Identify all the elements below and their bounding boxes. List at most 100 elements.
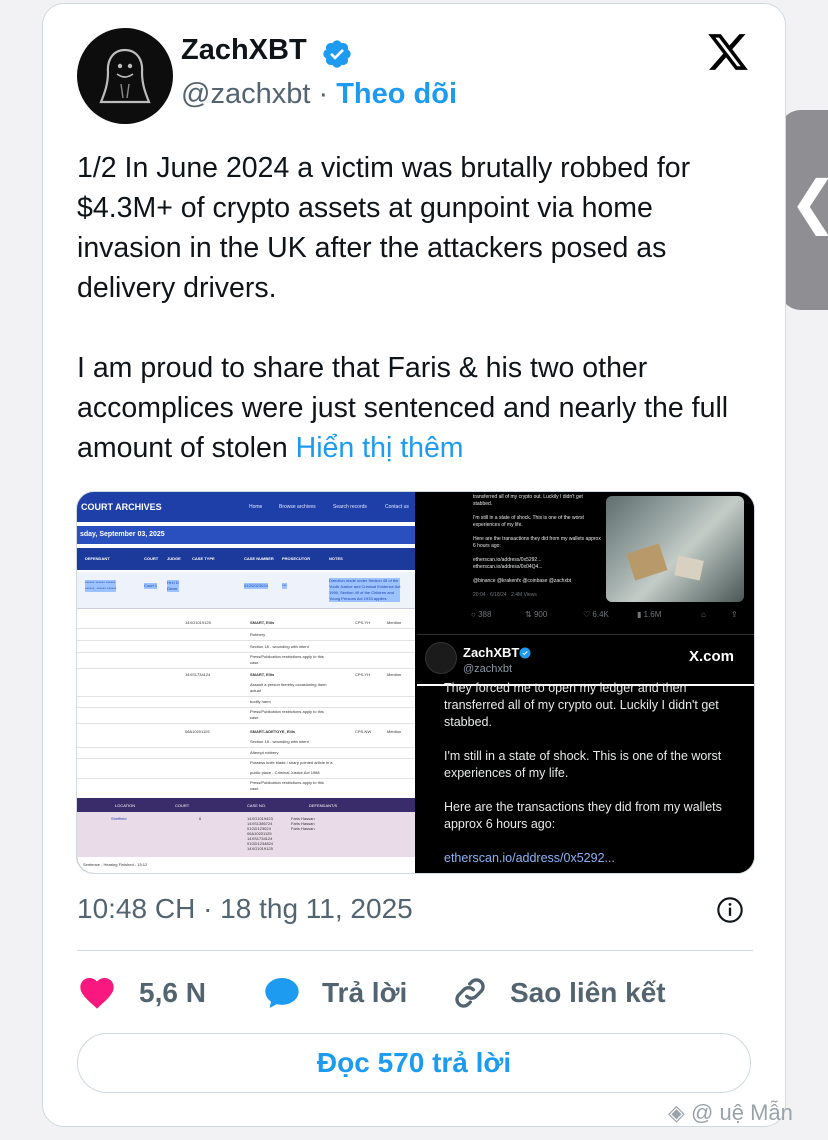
link-icon — [455, 978, 485, 1008]
info-icon[interactable] — [716, 896, 744, 924]
bottom-location: Sheffield — [111, 816, 127, 821]
court-nav-contact: Contact us — [385, 504, 409, 510]
case-charge: Robbery — [250, 632, 266, 637]
case-notes: Mention — [387, 672, 402, 677]
chevron-left-icon: ❮ — [789, 172, 828, 232]
row-divider — [77, 668, 415, 669]
case-charge: public place - Criminal Justice Act 1988 — [250, 770, 320, 775]
tweet-paragraph-2: I am proud to share that Faris & his two… — [77, 348, 757, 468]
stat-replies: ○ 388 — [471, 610, 492, 619]
court-columns: DEFENDANT COURT JUDGE CASE TYPE CASE NUM… — [77, 548, 415, 570]
case-notes: Mention — [387, 620, 402, 625]
side-panel-handle[interactable]: ❮ — [779, 110, 828, 310]
bottom-court: 6 — [199, 816, 202, 821]
parcel-shape — [674, 555, 704, 581]
handle-separator: · — [318, 78, 329, 110]
tweet-screenshot-image[interactable]: transferred all of my crypto out. Luckil… — [417, 492, 754, 873]
tweet-text: 1/2 In June 2024 a victim was brutally r… — [77, 148, 757, 508]
court-archives-image[interactable]: COURT ARCHIVES Home Browse archives Sear… — [77, 492, 415, 873]
photo-thumbnail — [606, 496, 744, 602]
screenshot-xcom: X.com — [689, 648, 735, 665]
follow-button[interactable]: Theo dõi — [336, 78, 457, 110]
case-charge: Press/Publication restrictions apply to … — [250, 654, 324, 665]
stat-replies-value: 388 — [478, 610, 492, 619]
court-footer: Sentence - Hearing Finished - 15:12 — [83, 862, 148, 867]
court-header: COURT ARCHIVES Home Browse archives Sear… — [77, 492, 415, 522]
row-divider — [77, 723, 415, 724]
read-replies-button[interactable]: Đọc 570 trả lời — [77, 1033, 751, 1093]
tweet-media[interactable]: COURT ARCHIVES Home Browse archives Sear… — [76, 491, 755, 874]
case-number: 06A10201125 — [185, 729, 210, 734]
screenshot-handle: @zachxbt — [463, 663, 513, 675]
screenshot-p1: They forced me to open my ledger and the… — [444, 681, 719, 729]
screenshot-avatar — [425, 642, 457, 674]
bottom-col: COURT — [175, 803, 190, 808]
court-col: JUDGE — [167, 556, 181, 561]
case-prosecutor: CPS-YH — [355, 620, 371, 625]
court-col: CASE NUMBER — [244, 556, 274, 561]
diamond-icon: ◈ — [668, 1100, 685, 1125]
tweet-timestamp[interactable]: 10:48 CH · 18 thg 11, 2025 — [77, 893, 413, 925]
court-col: COURT — [144, 556, 159, 561]
screenshot-name: ZachXBT — [463, 645, 520, 660]
author-name[interactable]: ZachXBT — [181, 34, 307, 67]
screenshot-body: They forced me to open my ledger and the… — [417, 681, 754, 873]
action-bar: 5,6 N Trả lời Sao liên kết — [77, 965, 753, 1021]
case-prosecutor: CPS-NW — [355, 729, 372, 734]
case-charge: Assault a person thereby occasioning the… — [250, 682, 327, 693]
tweet-paragraph-1: 1/2 In June 2024 a victim was brutally r… — [77, 152, 691, 304]
watermark: ◈ @ uệ Mẫn — [668, 1100, 793, 1126]
row-divider — [77, 758, 415, 759]
court-nav-search: Search records — [333, 504, 367, 510]
stat-likes-value: 6.4K — [592, 610, 609, 619]
copy-link-button[interactable]: Sao liên kết — [450, 965, 666, 1021]
row-divider — [77, 707, 415, 708]
court-case-number: 01GD023024 — [244, 583, 268, 589]
speech-bubble-icon — [265, 978, 299, 1008]
court-prosecutor: *** — [282, 583, 287, 589]
row-divider — [77, 628, 415, 629]
heart-icon — [80, 978, 114, 1009]
bottom-case-nos: 14XG1019423 14XS1386724 01GD123024 06A10… — [247, 816, 274, 851]
reply-button[interactable]: Trả lời — [262, 965, 407, 1021]
court-bottom-table: Sheffield 6 14XG1019423 14XS1386724 01GD… — [77, 812, 415, 857]
x-logo-icon[interactable] — [705, 30, 751, 74]
author-handle[interactable]: @zachxbt — [181, 78, 310, 110]
parcel-shape — [626, 543, 668, 581]
case-number: 14XG1019125 — [185, 620, 211, 625]
bottom-col: LOCATION — [115, 803, 136, 808]
court-bottom-header: LOCATION COURT CASE NO. DEFENDANT/S — [77, 798, 415, 812]
court-col: NOTES — [329, 556, 343, 561]
court-notes: Direction made under Section 45 of the Y… — [329, 578, 401, 602]
bottom-col: CASE NO. — [247, 803, 267, 808]
stat-reposts-value: 900 — [533, 610, 548, 619]
court-judge: HHJ D Dixon — [167, 580, 179, 592]
divider — [77, 950, 753, 951]
case-defendant: SMART, Ellis — [250, 672, 275, 677]
case-prosecutor: CPS-YH — [355, 672, 371, 677]
share-icon: ⇪ — [731, 610, 738, 619]
author-avatar[interactable] — [77, 28, 173, 124]
show-more-link[interactable]: Hiển thị thêm — [296, 432, 464, 464]
row-divider — [77, 747, 415, 748]
stat-views-value: 1.6M — [643, 610, 662, 619]
row-divider — [77, 778, 415, 779]
court-nav-browse: Browse archives — [279, 504, 316, 510]
verified-badge-icon — [323, 40, 351, 68]
screenshot-body-text: They forced me to open my ledger and the… — [444, 680, 726, 867]
case-charge: Press/Publication restrictions apply to … — [250, 780, 324, 791]
like-button[interactable]: 5,6 N — [77, 965, 206, 1021]
verified-badge-icon — [519, 647, 531, 659]
reply-label: Trả lời — [322, 977, 408, 1008]
ghost-avatar-icon — [99, 48, 151, 104]
court-nav-home: Home — [249, 504, 263, 510]
court-col: PROSECUTOR — [282, 556, 311, 561]
screenshot-link: etherscan.io/address/0x5292... — [444, 851, 615, 865]
case-notes: Mention — [387, 729, 402, 734]
court-col: DEFENDANT — [85, 556, 110, 561]
case-charge: Section 18 - wounding with intent — [250, 644, 309, 649]
case-defendant: SMART-ADETOYE, Ellis — [250, 729, 296, 734]
stat-views: ▮ 1.6M — [637, 610, 662, 619]
bookmark-icon: ⌂ — [701, 610, 706, 619]
case-charge: bodily harm — [250, 699, 271, 704]
